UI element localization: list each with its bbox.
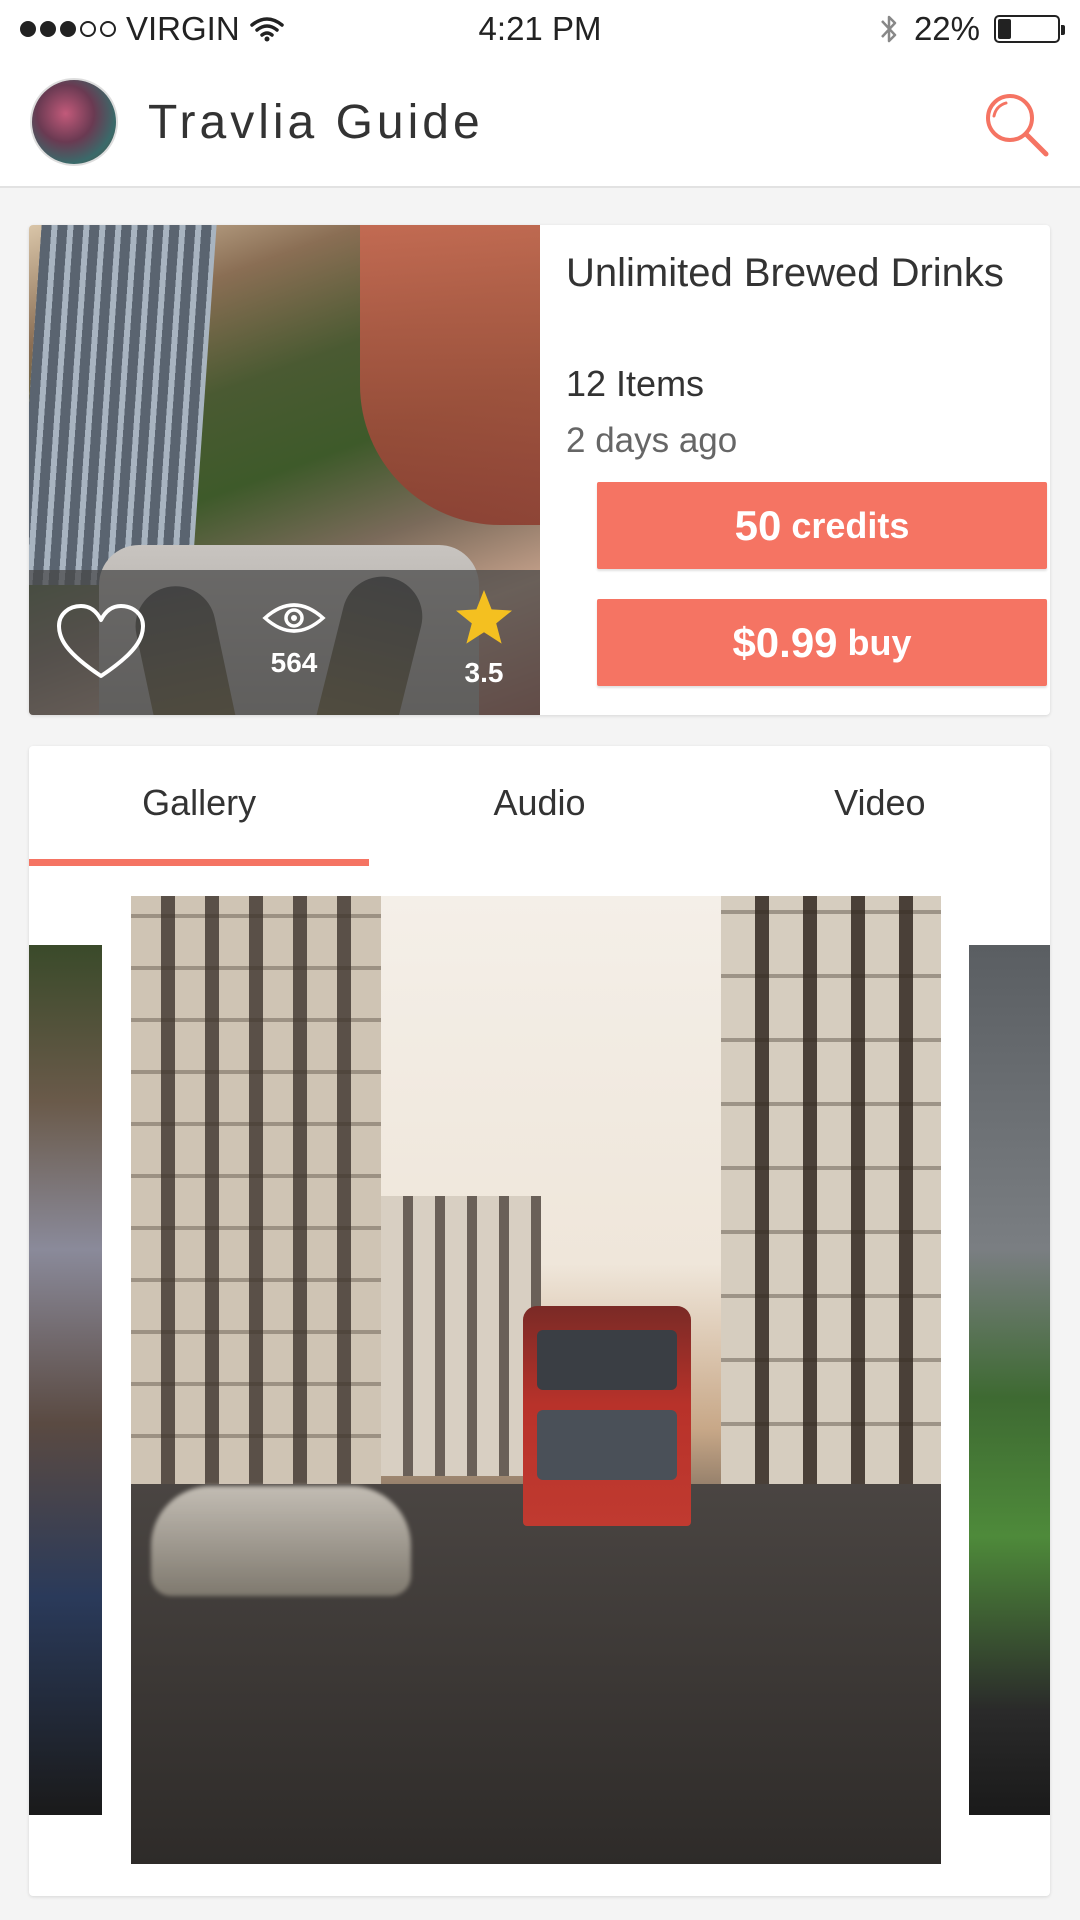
product-image[interactable]: 564 3.5: [29, 225, 540, 715]
media-card: Gallery Audio Video: [29, 746, 1050, 1896]
buy-button[interactable]: $0.99 buy: [597, 599, 1047, 686]
carrier-name: VIRGIN: [126, 10, 240, 47]
app-title: Travlia Guide: [148, 95, 484, 149]
tab-gallery[interactable]: Gallery: [29, 746, 370, 870]
views-stat: 564: [259, 600, 329, 679]
product-title: Unlimited Brewed Drinks: [566, 251, 1004, 295]
search-icon[interactable]: [978, 86, 1054, 162]
rating-stat: 3.5: [449, 588, 519, 689]
app-header: Travlia Guide: [0, 58, 1080, 188]
battery-level: [998, 19, 1011, 39]
status-bar: VIRGIN 4:21 PM 22%: [0, 0, 1080, 58]
heart-icon[interactable]: [55, 602, 147, 682]
star-icon: [456, 590, 512, 644]
rating-value: 3.5: [464, 657, 504, 688]
price-value: $0.99: [732, 618, 838, 666]
bluetooth-icon: [881, 15, 897, 43]
signal-strength-icon: [20, 21, 116, 37]
credits-unit: credits: [791, 504, 910, 546]
status-left: VIRGIN: [20, 10, 284, 48]
tab-audio[interactable]: Audio: [369, 746, 709, 870]
status-right: 22%: [878, 10, 1065, 48]
gallery-previous-image[interactable]: [29, 945, 102, 1815]
battery-percent: 22%: [913, 10, 980, 47]
posted-time: 2 days ago: [566, 421, 738, 460]
tab-video[interactable]: Video: [710, 746, 1050, 870]
avatar[interactable]: [30, 78, 118, 166]
gallery-current-image[interactable]: [131, 896, 941, 1864]
credits-value: 50: [734, 501, 782, 549]
media-tabs: Gallery Audio Video: [29, 746, 1050, 870]
views-count: 564: [270, 647, 318, 678]
gallery-next-image[interactable]: [969, 945, 1050, 1815]
product-stats-overlay: 564 3.5: [29, 570, 540, 715]
credits-button[interactable]: 50 credits: [597, 482, 1047, 569]
price-unit: buy: [847, 621, 912, 663]
status-time: 4:21 PM: [478, 10, 602, 47]
product-info: Unlimited Brewed Drinks 12 Items 2 days …: [566, 225, 1050, 715]
wifi-icon: [249, 17, 284, 42]
items-count: 12 Items: [566, 363, 705, 404]
battery-icon: [994, 15, 1065, 43]
eye-icon: [262, 603, 326, 633]
product-card: 564 3.5 Unlimited Brewed Drinks 12 Items…: [29, 225, 1050, 715]
